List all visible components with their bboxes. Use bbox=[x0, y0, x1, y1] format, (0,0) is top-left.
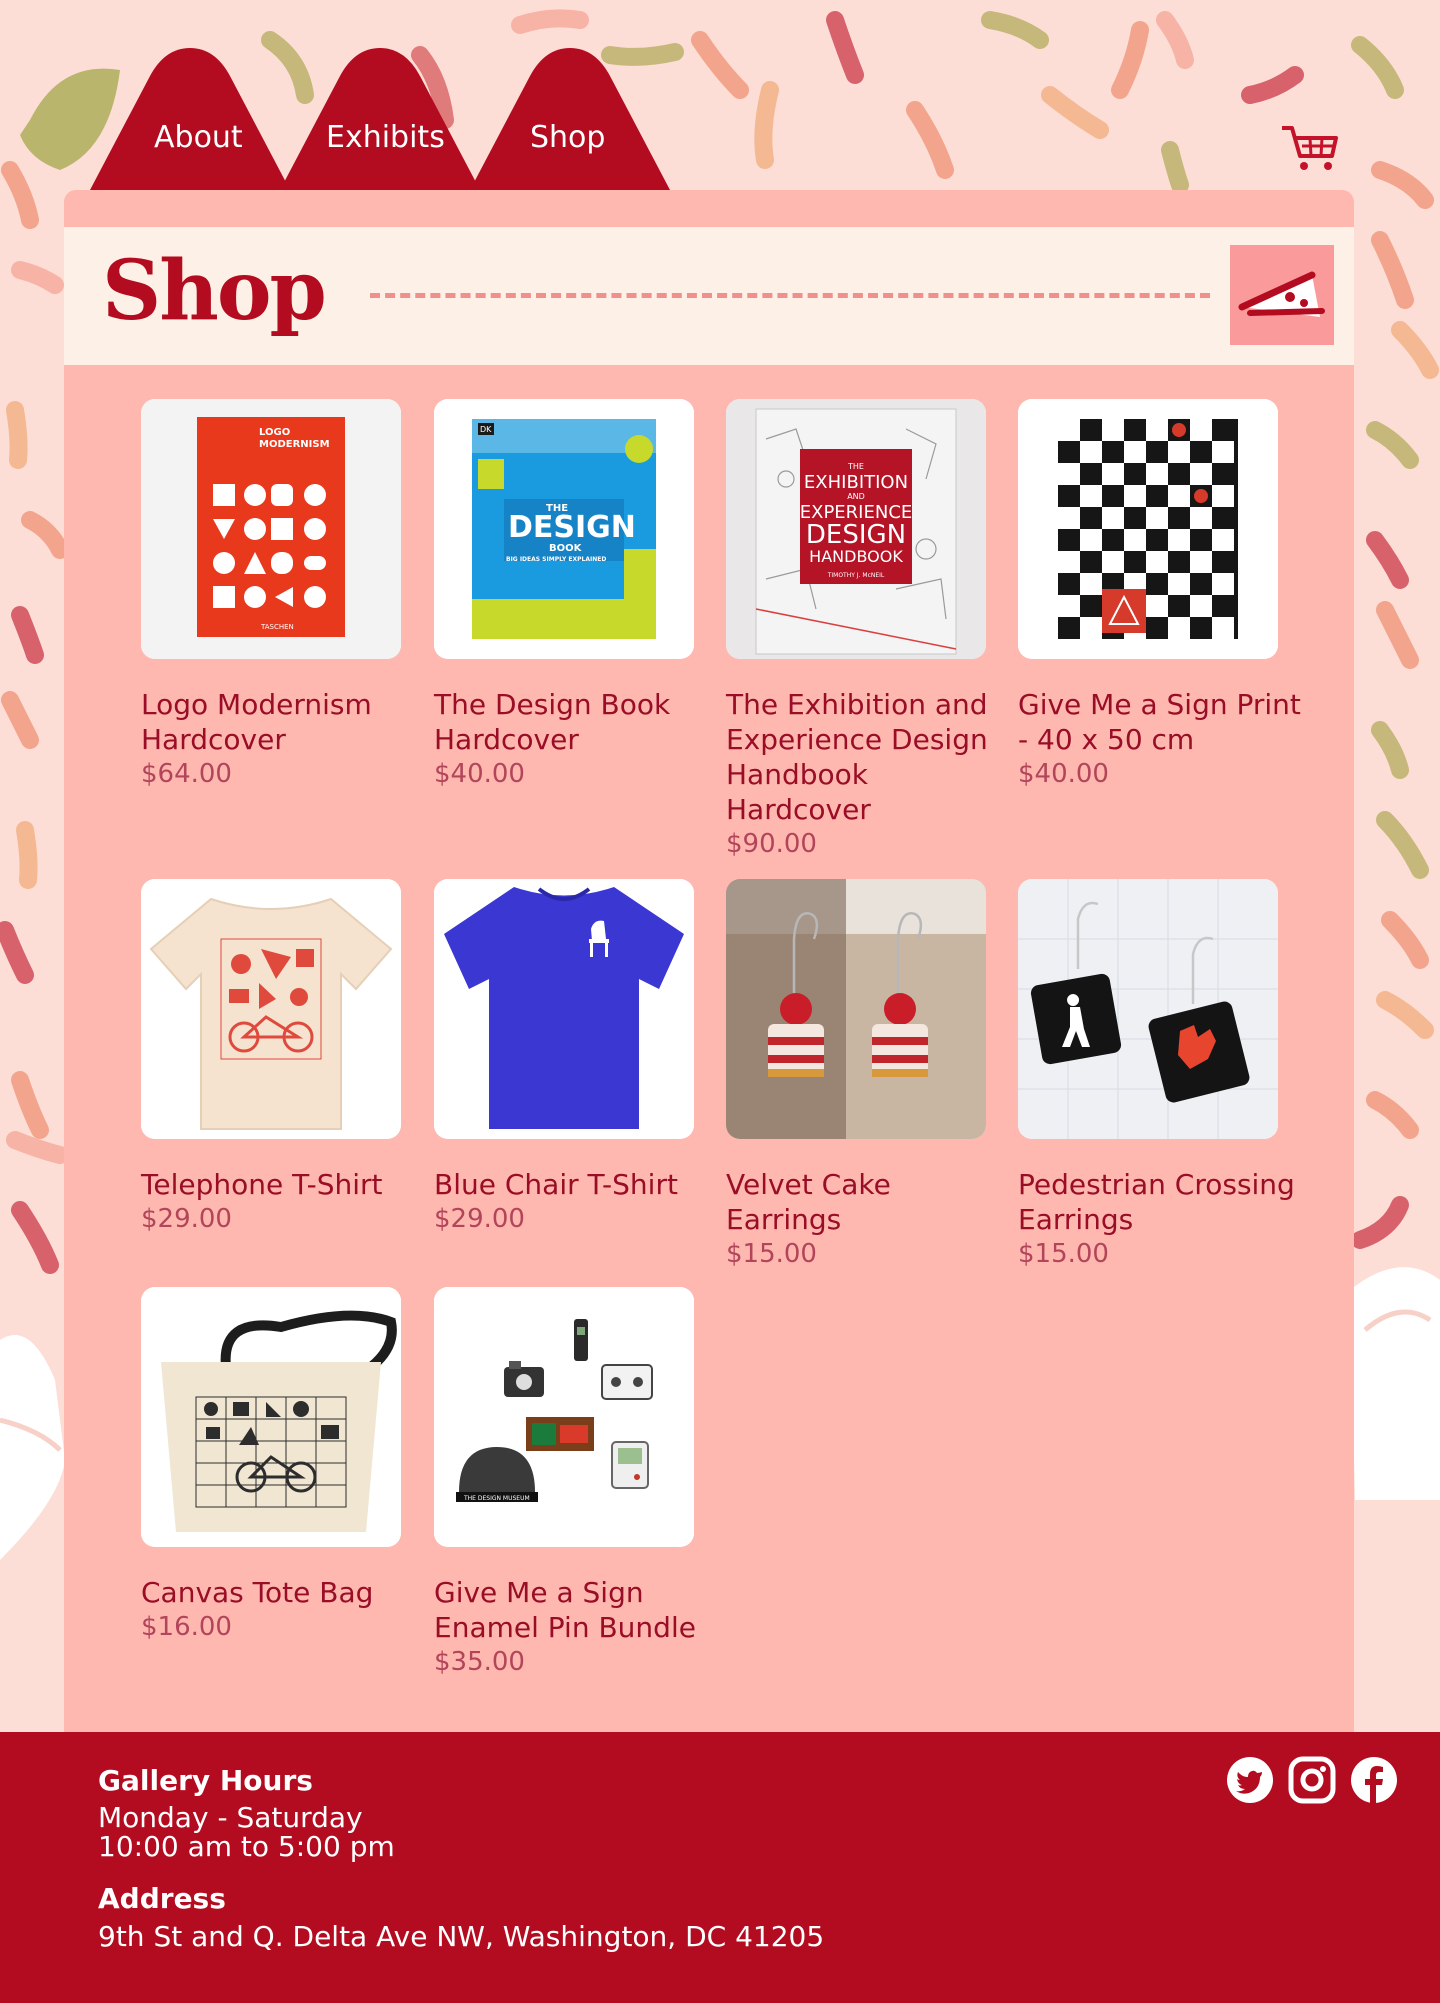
svg-text:DK: DK bbox=[480, 425, 492, 434]
product-price: $15.00 bbox=[1018, 1239, 1109, 1269]
product-price: $40.00 bbox=[434, 759, 525, 789]
svg-text:BIG IDEAS SIMPLY EXPLAINED: BIG IDEAS SIMPLY EXPLAINED bbox=[506, 556, 606, 563]
svg-text:EXHIBITION: EXHIBITION bbox=[804, 472, 908, 493]
gallery-hours-days: Monday - Saturday bbox=[98, 1801, 363, 1834]
site-footer: Gallery Hours Monday - Saturday 10:00 am… bbox=[0, 1732, 1440, 2003]
twitter-icon[interactable] bbox=[1226, 1756, 1274, 1804]
product-name[interactable]: Telephone T-Shirt bbox=[141, 1167, 427, 1202]
product-image-telephone-tshirt[interactable] bbox=[141, 879, 401, 1139]
page-title: Shop bbox=[102, 243, 327, 339]
product-card: Canvas Tote Bag $16.00 bbox=[141, 1287, 427, 1645]
product-price: $40.00 bbox=[1018, 759, 1109, 789]
product-card: LOGO MODERNISM TASCHEN Logo Modernism Ha… bbox=[141, 399, 427, 792]
product-image-design-book[interactable]: DK THE DESIGN BOOK BIG IDEAS SIMPLY EXPL… bbox=[434, 399, 694, 659]
product-card: Give Me a Sign Print - 40 x 50 cm $40.00 bbox=[1018, 399, 1304, 792]
product-price: $35.00 bbox=[434, 1647, 525, 1677]
product-name[interactable]: Pedestrian Crossing Earrings bbox=[1018, 1167, 1304, 1237]
product-name[interactable]: The Exhibition and Experience Design Han… bbox=[726, 687, 1012, 827]
shopping-cart-icon[interactable] bbox=[1280, 124, 1340, 174]
product-price: $90.00 bbox=[726, 829, 817, 859]
product-price: $64.00 bbox=[141, 759, 232, 789]
product-image-enamel-pin-bundle[interactable]: THE DESIGN MUSEUM bbox=[434, 1287, 694, 1547]
svg-text:AND: AND bbox=[847, 492, 865, 501]
product-image-pedestrian-earrings[interactable] bbox=[1018, 879, 1278, 1139]
product-image-give-me-a-sign-print[interactable] bbox=[1018, 399, 1278, 659]
main-nav: About Exhibits Shop bbox=[90, 48, 690, 190]
shop-panel: Shop LOGO MODERNISM TASCHEN Logo Moderni… bbox=[64, 190, 1354, 1732]
svg-text:LOGO: LOGO bbox=[259, 427, 290, 438]
svg-text:DESIGN: DESIGN bbox=[806, 520, 906, 550]
product-price: $16.00 bbox=[141, 1612, 232, 1642]
product-card: THE EXHIBITION AND EXPERIENCE DESIGN HAN… bbox=[726, 399, 1012, 862]
product-price: $29.00 bbox=[141, 1204, 232, 1234]
product-name[interactable]: Blue Chair T-Shirt bbox=[434, 1167, 720, 1202]
product-card: Telephone T-Shirt $29.00 bbox=[141, 879, 427, 1237]
product-card: DK THE DESIGN BOOK BIG IDEAS SIMPLY EXPL… bbox=[434, 399, 720, 792]
nav-tab-shapes bbox=[90, 48, 670, 190]
product-name[interactable]: Give Me a Sign Enamel Pin Bundle bbox=[434, 1575, 720, 1645]
svg-text:THE: THE bbox=[847, 462, 864, 471]
nav-exhibits[interactable]: Exhibits bbox=[326, 120, 445, 155]
product-image-exhibition-handbook[interactable]: THE EXHIBITION AND EXPERIENCE DESIGN HAN… bbox=[726, 399, 986, 659]
product-image-velvet-cake-earrings[interactable] bbox=[726, 879, 986, 1139]
product-card: Blue Chair T-Shirt $29.00 bbox=[434, 879, 720, 1237]
product-price: $15.00 bbox=[726, 1239, 817, 1269]
gallery-hours-time: 10:00 am to 5:00 pm bbox=[98, 1830, 395, 1863]
svg-text:HANDBOOK: HANDBOOK bbox=[809, 547, 903, 566]
dashed-divider bbox=[370, 293, 1210, 298]
svg-text:TASCHEN: TASCHEN bbox=[260, 623, 294, 631]
product-card: THE DESIGN MUSEUM Give Me a Sign Enamel … bbox=[434, 1287, 720, 1680]
product-name[interactable]: Velvet Cake Earrings bbox=[726, 1167, 1012, 1237]
product-name[interactable]: Logo Modernism Hardcover bbox=[141, 687, 427, 757]
address-heading: Address bbox=[98, 1882, 226, 1915]
product-image-logo-modernism[interactable]: LOGO MODERNISM TASCHEN bbox=[141, 399, 401, 659]
product-card: Pedestrian Crossing Earrings $15.00 bbox=[1018, 879, 1304, 1272]
product-name[interactable]: The Design Book Hardcover bbox=[434, 687, 720, 757]
product-name[interactable]: Canvas Tote Bag bbox=[141, 1575, 427, 1610]
facebook-icon[interactable] bbox=[1350, 1756, 1398, 1804]
svg-text:DESIGN: DESIGN bbox=[508, 510, 636, 545]
svg-text:MODERNISM: MODERNISM bbox=[259, 439, 330, 450]
nav-about[interactable]: About bbox=[154, 120, 243, 155]
product-price: $29.00 bbox=[434, 1204, 525, 1234]
product-card: Velvet Cake Earrings $15.00 bbox=[726, 879, 1012, 1272]
gallery-hours-heading: Gallery Hours bbox=[98, 1764, 313, 1797]
address-text: 9th St and Q. Delta Ave NW, Washington, … bbox=[98, 1920, 825, 1953]
svg-text:BOOK: BOOK bbox=[549, 543, 583, 554]
instagram-icon[interactable] bbox=[1288, 1756, 1336, 1804]
svg-text:TIMOTHY J. McNEIL: TIMOTHY J. McNEIL bbox=[827, 572, 885, 579]
product-name[interactable]: Give Me a Sign Print - 40 x 50 cm bbox=[1018, 687, 1304, 757]
product-image-canvas-tote-bag[interactable] bbox=[141, 1287, 401, 1547]
product-image-blue-chair-tshirt[interactable] bbox=[434, 879, 694, 1139]
svg-text:THE DESIGN MUSEUM: THE DESIGN MUSEUM bbox=[463, 1495, 530, 1502]
pizza-slice-icon[interactable] bbox=[1230, 245, 1334, 345]
nav-shop[interactable]: Shop bbox=[530, 120, 605, 155]
page-header: Shop bbox=[64, 227, 1354, 365]
